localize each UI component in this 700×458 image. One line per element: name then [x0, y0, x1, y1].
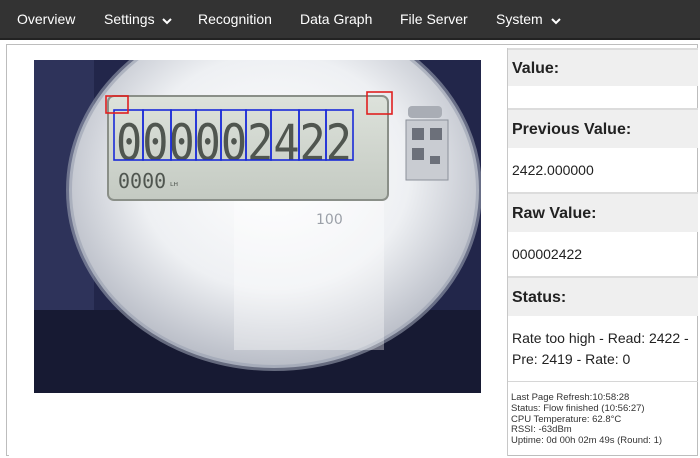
flow-status-text: Status: Flow finished (10:56:27) [511, 402, 645, 414]
dial-bottom-text: 100 [316, 212, 343, 228]
nav-system[interactable]: System [496, 0, 561, 38]
uptime-text: Uptime: 0d 00h 02m 49s (Round: 1) [511, 435, 663, 447]
raw-value-field: 000002422 [512, 246, 583, 262]
previous-value-heading: Previous Value: [508, 108, 698, 148]
raw-value-heading: Raw Value: [508, 192, 698, 232]
value-heading: Value: [508, 48, 698, 86]
lcd-counter-unit: ʟʜ [170, 180, 178, 188]
previous-value-field: 2422.000000 [512, 162, 594, 178]
top-nav: Overview Settings Recognition Data Graph… [0, 0, 700, 40]
nav-data-graph[interactable]: Data Graph [300, 0, 372, 38]
lcd-counter: 0000 [118, 169, 166, 193]
chevron-down-icon [162, 18, 173, 25]
nav-settings[interactable]: Settings [104, 0, 173, 38]
status-field: Rate too high - Read: 2422 - Pre: 2419 -… [512, 330, 689, 367]
system-info: Last Page Refresh:10:58:28 Status: Flow … [511, 392, 697, 447]
nav-settings-label: Settings [104, 11, 155, 27]
nav-system-label: System [496, 11, 543, 27]
nav-overview[interactable]: Overview [17, 0, 75, 38]
nav-recognition[interactable]: Recognition [198, 0, 272, 38]
divider [508, 381, 698, 382]
value-field [508, 86, 698, 108]
meter-camera-image: 000002422 0000 ʟʜ 100 [34, 60, 481, 393]
status-heading: Status: [508, 276, 698, 316]
chevron-down-icon [550, 18, 561, 25]
nav-file-server[interactable]: File Server [400, 0, 468, 38]
lcd-digits: 000002422 [116, 114, 352, 172]
